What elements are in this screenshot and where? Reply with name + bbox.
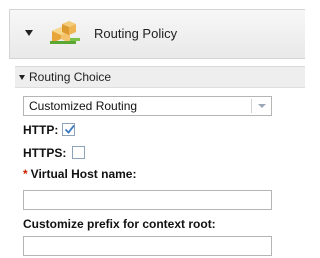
- panel-header: Routing Policy: [9, 9, 305, 59]
- http-checkbox[interactable]: [62, 123, 75, 136]
- select-divider: [251, 99, 252, 113]
- virtual-host-label: * Virtual Host name:: [23, 167, 136, 181]
- panel-title: Routing Policy: [94, 26, 178, 41]
- context-root-label: Customize prefix for context root:: [23, 217, 216, 231]
- virtual-host-input[interactable]: [23, 190, 272, 210]
- routing-choice-select[interactable]: Customized Routing: [23, 96, 272, 116]
- section-header[interactable]: Routing Choice: [15, 66, 305, 88]
- virtual-host-label-text: Virtual Host name:: [30, 167, 137, 181]
- collapse-caret-icon[interactable]: [25, 30, 33, 36]
- http-label: HTTP:: [23, 123, 59, 137]
- https-label: HTTPS:: [23, 146, 67, 160]
- context-root-input[interactable]: [23, 236, 272, 256]
- dropdown-arrow-icon[interactable]: [258, 104, 266, 108]
- routing-choice-value: Customized Routing: [29, 99, 138, 113]
- section-title: Routing Choice: [29, 70, 112, 84]
- required-marker: *: [23, 167, 28, 181]
- section-collapse-caret-icon[interactable]: [19, 75, 25, 80]
- https-checkbox[interactable]: [72, 146, 85, 159]
- routing-policy-icon: [48, 21, 82, 49]
- checkmark-icon: [64, 124, 75, 134]
